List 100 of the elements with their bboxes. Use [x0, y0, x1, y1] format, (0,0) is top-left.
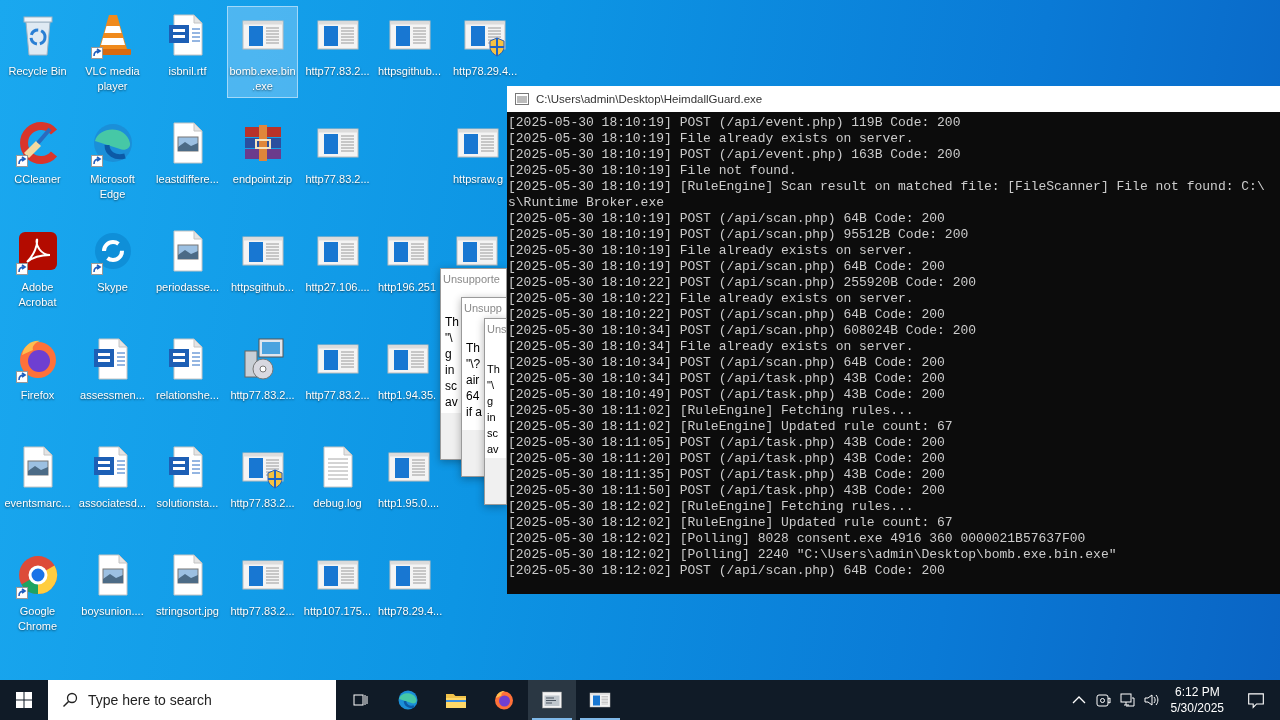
console-line: [2025-05-30 18:10:19] POST (/api/scan.php) 64B Code: 200 [508, 259, 945, 275]
desktop-icon[interactable]: http107.175... [302, 546, 373, 623]
desktop-icon[interactable]: http77.83.2... [227, 546, 298, 623]
network-icon [1118, 692, 1135, 708]
console-line: [2025-05-30 18:10:34] File already exists on server. [508, 339, 914, 355]
desktop-icon[interactable]: associatesd... [77, 438, 148, 515]
camera-icon [1094, 692, 1111, 708]
fire-globe-icon [492, 688, 516, 712]
dialog-text: av [445, 394, 458, 410]
console-window-icon [540, 688, 564, 712]
desktop-icon[interactable]: Microsoft Edge [77, 114, 148, 206]
desktop-icon[interactable]: http77.83.2... [302, 6, 373, 83]
desktop-icon[interactable]: Skype [77, 222, 148, 299]
search-icon [62, 692, 78, 708]
console-line: [2025-05-30 18:12:02] POST (/api/scan.php) 64B Code: 200 [508, 563, 945, 579]
desktop-icon[interactable]: httpsgithub... [227, 222, 298, 299]
dialog-text: "\? [466, 356, 481, 372]
desktop-icon[interactable]: httpsgithub... [377, 6, 442, 83]
window-title: C:\Users\admin\Desktop\HeimdallGuard.exe [536, 93, 763, 105]
dialog-title: Uns [486, 322, 507, 337]
console-line: [2025-05-30 18:10:34] POST (/api/task.php) 43B Code: 200 [508, 371, 945, 387]
dialog-text: g [487, 394, 494, 409]
dialog-title: Unsupporte [442, 272, 500, 287]
console-line: [2025-05-30 18:10:22] File already exists on server. [508, 291, 914, 307]
desktop-icon[interactable]: debug.log [302, 438, 373, 515]
desktop-icon[interactable]: eventsmarc... [2, 438, 73, 515]
console-line: [2025-05-30 18:11:05] POST (/api/task.php) 43B Code: 200 [508, 435, 945, 451]
search-box[interactable]: Type here to search [48, 680, 336, 720]
dialog-text: sc [487, 426, 498, 441]
speech-bubble-icon [1247, 691, 1265, 709]
desktop-icon[interactable]: assessmen... [77, 330, 148, 407]
desktop-icon[interactable]: solutionsta... [152, 438, 223, 515]
volume-icon [1142, 692, 1159, 708]
console-line: [2025-05-30 18:12:02] [Polling] 2240 "C:\Users\admin\Desktop\bomb.exe.bin.exe" [508, 547, 1117, 563]
console-line: [2025-05-30 18:11:50] POST (/api/task.php) 43B Code: 200 [508, 483, 945, 499]
dialog-text: Th [487, 362, 500, 377]
swirl-icon [396, 688, 420, 712]
console-line: [2025-05-30 18:11:02] [RuleEngine] Updated rule count: 67 [508, 419, 953, 435]
task-view-icon [352, 692, 368, 708]
desktop-icon[interactable]: Recycle Bin [2, 6, 73, 83]
desktop-icon[interactable]: Firefox [2, 330, 73, 407]
desktop-icon[interactable]: http1.95.0.... [377, 438, 441, 515]
search-field[interactable]: Type here to search [88, 692, 308, 708]
dialog-text: "\ [487, 378, 494, 393]
desktop-icon[interactable]: http27.106.... [302, 222, 373, 299]
dialog-text: av [487, 442, 499, 457]
console-line: [2025-05-30 18:10:19] [RuleEngine] Scan result on matched file: [FileScanner] File not found: C:\ [508, 179, 1265, 195]
desktop-icon[interactable]: endpoint.zip [227, 114, 298, 191]
console-line: [2025-05-30 18:10:22] POST (/api/scan.php) 64B Code: 200 [508, 307, 945, 323]
console-line: [2025-05-30 18:10:19] File already exists on server. [508, 243, 914, 259]
desktop-icon[interactable]: CCleaner [2, 114, 73, 191]
dialog-text: 64 [466, 388, 480, 404]
dialog-text: g [445, 346, 452, 362]
console-line: [2025-05-30 18:10:19] POST (/api/scan.php) 95512B Code: 200 [508, 227, 969, 243]
windows-logo-icon [16, 692, 32, 708]
dialog-text: in [445, 362, 455, 378]
console-line: [2025-05-30 18:10:22] POST (/api/scan.php) 255920B Code: 200 [508, 275, 977, 291]
desktop-icon[interactable]: boysunion.... [77, 546, 148, 623]
dialog-text: air [466, 372, 480, 388]
desktop-icon[interactable]: http196.251 [377, 222, 439, 299]
desktop-icon[interactable]: http77.83.2... [227, 438, 298, 515]
console-line: [2025-05-30 18:11:02] [RuleEngine] Fetching rules... [508, 403, 914, 419]
console-line: s\Runtime Broker.exe [508, 195, 665, 211]
console-line: [2025-05-30 18:12:02] [RuleEngine] Fetching rules... [508, 499, 914, 515]
desktop-icon[interactable]: VLC media player [77, 6, 148, 98]
desktop-icon[interactable]: httpsraw.g [452, 114, 505, 191]
desktop-icon[interactable]: Google Chrome [2, 546, 73, 638]
dialog-text: "\ [445, 330, 453, 346]
desktop-icon[interactable]: relationshe... [152, 330, 223, 407]
dialog-text: if a [466, 404, 482, 420]
desktop-icon[interactable]: http1.94.35. [377, 330, 439, 407]
console-line: [2025-05-30 18:10:49] POST (/api/task.php) 43B Code: 200 [508, 387, 945, 403]
console-line: [2025-05-30 18:10:19] File already exists on server. [508, 131, 914, 147]
desktop-icon[interactable]: http77.83.2... [302, 114, 373, 191]
desktop-icon[interactable]: http77.83.2... [302, 330, 373, 407]
console-line: [2025-05-30 18:10:34] POST (/api/scan.php) 608024B Code: 200 [508, 323, 977, 339]
console-line: [2025-05-30 18:10:34] POST (/api/scan.php) 64B Code: 200 [508, 355, 945, 371]
desktop-icon[interactable]: http78.29.4... [452, 6, 519, 83]
desktop-icon[interactable]: periodasse... [152, 222, 223, 299]
dialog-text: Th [466, 340, 480, 356]
console-line: [2025-05-30 18:10:19] POST (/api/scan.php) 64B Code: 200 [508, 211, 945, 227]
dialog-text: Th [445, 314, 459, 330]
console-line: [2025-05-30 18:11:35] POST (/api/task.php) 43B Code: 200 [508, 467, 945, 483]
desktop-icon[interactable]: Adobe Acrobat [2, 222, 73, 314]
console-line: [2025-05-30 18:11:20] POST (/api/task.php) 43B Code: 200 [508, 451, 945, 467]
console-line: [2025-05-30 18:10:19] File not found. [508, 163, 797, 179]
console-icon [515, 92, 529, 106]
desktop-icon[interactable]: bomb.exe.bin.exe [227, 6, 298, 98]
dialog-title: Unsupp [463, 301, 502, 316]
desktop-icon[interactable]: isbnil.rtf [152, 6, 223, 83]
taskbar-app-button[interactable] [528, 680, 576, 720]
clock-button[interactable]: 6:12 PM 5/30/2025 [1162, 680, 1232, 720]
console-line: [2025-05-30 18:10:19] POST (/api/event.php) 119B Code: 200 [508, 115, 961, 131]
desktop-icon[interactable]: http78.29.4... [377, 546, 444, 623]
dialog-text: sc [445, 378, 457, 394]
desktop-icon[interactable]: http77.83.2... [227, 330, 298, 407]
desktop-icon[interactable]: leastdiffere... [152, 114, 223, 191]
console-line: [2025-05-30 18:12:02] [RuleEngine] Updated rule count: 67 [508, 515, 953, 531]
console-line: [2025-05-30 18:10:19] POST (/api/event.php) 163B Code: 200 [508, 147, 961, 163]
desktop-icon[interactable]: stringsort.jpg [152, 546, 223, 623]
